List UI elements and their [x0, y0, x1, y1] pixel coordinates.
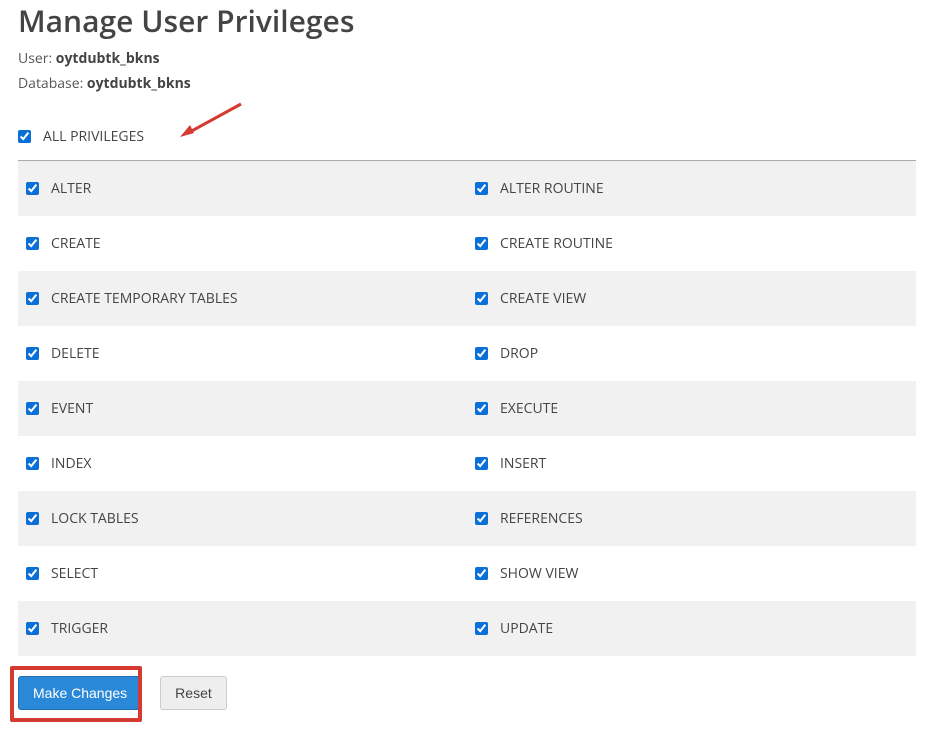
privilege-checkbox-execute[interactable] — [475, 402, 488, 415]
user-info: User: oytdubtk_bkns — [18, 49, 916, 68]
privilege-checkbox-insert[interactable] — [475, 457, 488, 470]
table-row: LOCK TABLES REFERENCES — [18, 491, 916, 546]
privilege-cell-alter: ALTER — [18, 161, 467, 216]
privilege-cell-create-routine: CREATE ROUTINE — [467, 216, 916, 271]
privilege-checkbox-drop[interactable] — [475, 347, 488, 360]
privilege-label: UPDATE — [500, 619, 553, 638]
privilege-label: DELETE — [51, 344, 100, 363]
privilege-checkbox-create-routine[interactable] — [475, 237, 488, 250]
privilege-label: INDEX — [51, 454, 91, 473]
privilege-label: ALTER — [51, 179, 91, 198]
privilege-cell-alter-routine: ALTER ROUTINE — [467, 161, 916, 216]
privilege-checkbox-select[interactable] — [26, 567, 39, 580]
privilege-checkbox-trigger[interactable] — [26, 622, 39, 635]
privilege-label: SELECT — [51, 564, 98, 583]
privilege-cell-drop: DROP — [467, 326, 916, 381]
privilege-label: REFERENCES — [500, 509, 583, 528]
privilege-label: LOCK TABLES — [51, 509, 139, 528]
privilege-label: ALTER ROUTINE — [500, 179, 604, 198]
privilege-checkbox-alter[interactable] — [26, 182, 39, 195]
all-privileges-label: ALL PRIVILEGES — [43, 127, 144, 146]
privilege-cell-create: CREATE — [18, 216, 467, 271]
privilege-label: SHOW VIEW — [500, 564, 578, 583]
privilege-cell-delete: DELETE — [18, 326, 467, 381]
privilege-checkbox-create-view[interactable] — [475, 292, 488, 305]
all-privileges-row: ALL PRIVILEGES — [18, 121, 916, 161]
reset-button[interactable]: Reset — [160, 676, 227, 710]
privilege-checkbox-show-view[interactable] — [475, 567, 488, 580]
privilege-cell-show-view: SHOW VIEW — [467, 546, 916, 601]
privilege-checkbox-create-temp-tables[interactable] — [26, 292, 39, 305]
privilege-cell-execute: EXECUTE — [467, 381, 916, 436]
privilege-cell-create-temp-tables: CREATE TEMPORARY TABLES — [18, 271, 467, 326]
privilege-checkbox-index[interactable] — [26, 457, 39, 470]
privilege-cell-create-view: CREATE VIEW — [467, 271, 916, 326]
privilege-checkbox-delete[interactable] — [26, 347, 39, 360]
database-info: Database: oytdubtk_bkns — [18, 74, 916, 93]
privilege-label: CREATE TEMPORARY TABLES — [51, 289, 238, 308]
privilege-checkbox-lock-tables[interactable] — [26, 512, 39, 525]
privilege-label: DROP — [500, 344, 538, 363]
table-row: SELECT SHOW VIEW — [18, 546, 916, 601]
page-title: Manage User Privileges — [18, 0, 916, 41]
privilege-cell-insert: INSERT — [467, 436, 916, 491]
privilege-label: INSERT — [500, 454, 546, 473]
privilege-cell-index: INDEX — [18, 436, 467, 491]
annotation-arrow-icon — [176, 99, 246, 139]
privilege-cell-event: EVENT — [18, 381, 467, 436]
database-value: oytdubtk_bkns — [87, 74, 191, 93]
table-row: ALTER ALTER ROUTINE — [18, 161, 916, 216]
privileges-table: ALTER ALTER ROUTINE CREATE CREATE ROUTIN… — [18, 161, 916, 656]
table-row: CREATE TEMPORARY TABLES CREATE VIEW — [18, 271, 916, 326]
privilege-cell-update: UPDATE — [467, 601, 916, 656]
make-changes-button[interactable]: Make Changes — [18, 676, 142, 710]
privilege-cell-lock-tables: LOCK TABLES — [18, 491, 467, 546]
user-value: oytdubtk_bkns — [56, 49, 160, 68]
privilege-label: CREATE ROUTINE — [500, 234, 613, 253]
user-label: User: — [18, 49, 56, 68]
privilege-label: CREATE VIEW — [500, 289, 586, 308]
privilege-cell-trigger: TRIGGER — [18, 601, 467, 656]
table-row: INDEX INSERT — [18, 436, 916, 491]
table-row: CREATE CREATE ROUTINE — [18, 216, 916, 271]
privilege-checkbox-update[interactable] — [475, 622, 488, 635]
privilege-cell-references: REFERENCES — [467, 491, 916, 546]
button-row: Make Changes Reset — [18, 676, 916, 710]
privilege-checkbox-alter-routine[interactable] — [475, 182, 488, 195]
privilege-checkbox-event[interactable] — [26, 402, 39, 415]
privilege-label: TRIGGER — [51, 619, 108, 638]
database-label: Database: — [18, 74, 87, 93]
privilege-checkbox-create[interactable] — [26, 237, 39, 250]
privilege-label: EVENT — [51, 399, 93, 418]
table-row: DELETE DROP — [18, 326, 916, 381]
privilege-cell-select: SELECT — [18, 546, 467, 601]
table-row: EVENT EXECUTE — [18, 381, 916, 436]
table-row: TRIGGER UPDATE — [18, 601, 916, 656]
privilege-label: CREATE — [51, 234, 101, 253]
privilege-checkbox-references[interactable] — [475, 512, 488, 525]
privilege-label: EXECUTE — [500, 399, 558, 418]
all-privileges-checkbox[interactable] — [18, 130, 31, 143]
